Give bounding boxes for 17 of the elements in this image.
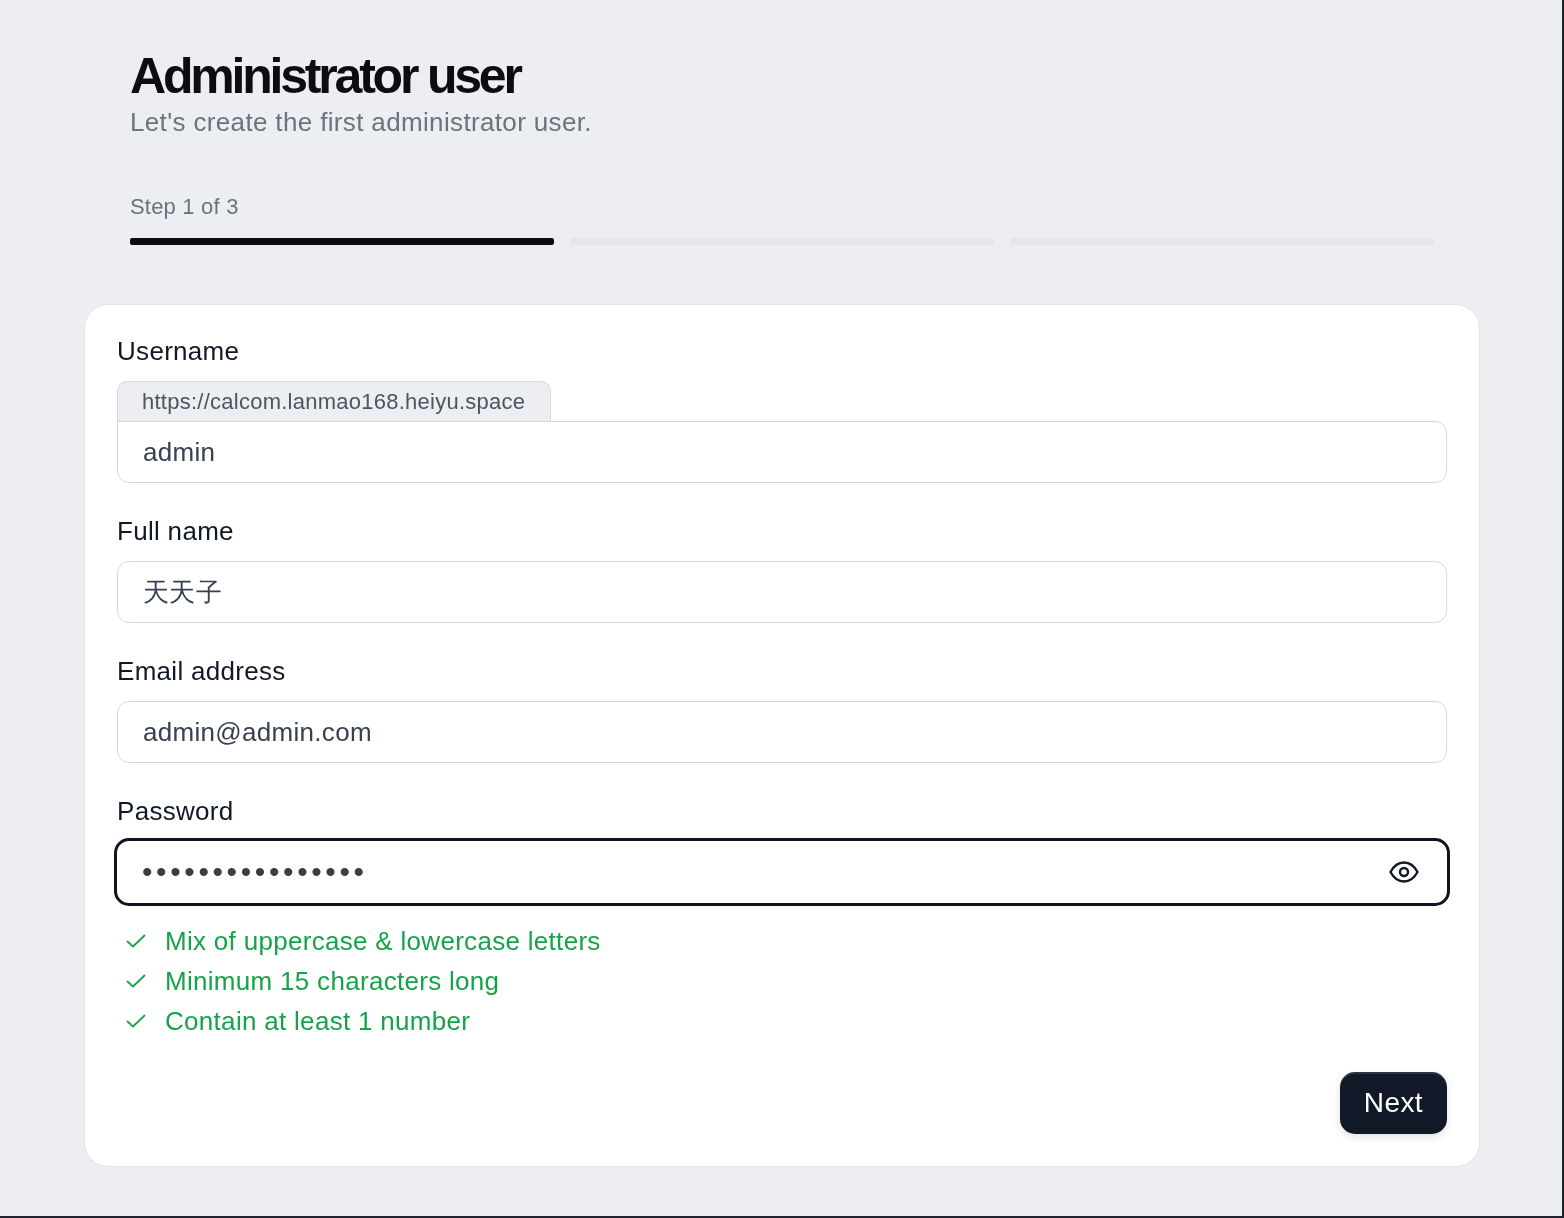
url-prefix: https://calcom.lanmao168.heiyu.space [117, 381, 552, 421]
field-label: Email address [117, 655, 286, 687]
password-field[interactable]: •••••••••••••••• [114, 838, 1450, 906]
field-label: Username [117, 335, 240, 367]
next-button[interactable]: Next [1339, 1072, 1447, 1134]
field-label: Password [117, 795, 234, 827]
requirement-text: Minimum 15 characters long [165, 965, 500, 998]
requirement-text: Contain at least 1 number [165, 1005, 471, 1038]
page-subtitle: Let's create the first administrator user. [130, 106, 592, 139]
page-title: Administrator user [130, 47, 520, 105]
text-field[interactable]: admin [117, 421, 1447, 483]
eye-icon[interactable] [1389, 861, 1419, 883]
step-label: Step 1 of 3 [130, 193, 239, 221]
field-label: Full name [117, 515, 234, 547]
text-field[interactable]: admin@admin.com [117, 701, 1447, 763]
text-field[interactable]: 天天子 [117, 561, 1447, 623]
requirement-text: Mix of uppercase & lowercase letters [165, 925, 601, 958]
